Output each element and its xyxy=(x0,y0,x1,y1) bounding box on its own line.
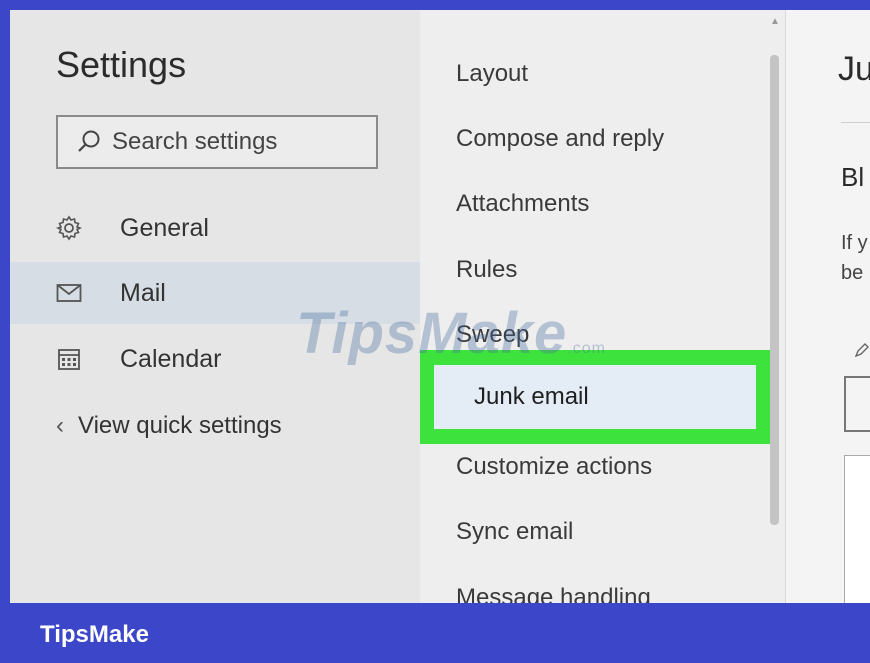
calendar-icon xyxy=(54,347,84,371)
settings-window: Settings Search settings General Mail Ca… xyxy=(10,10,870,603)
option-layout[interactable]: Layout xyxy=(456,60,528,88)
add-button[interactable] xyxy=(844,376,870,432)
search-icon xyxy=(78,130,100,152)
search-input[interactable]: Search settings xyxy=(56,115,378,169)
option-compose-and-reply[interactable]: Compose and reply xyxy=(456,125,664,153)
nav-label-general: General xyxy=(120,213,209,242)
scroll-up-arrow[interactable]: ▲ xyxy=(770,16,780,27)
option-sync-email[interactable]: Sync email xyxy=(456,518,573,546)
option-junk-email-label: Junk email xyxy=(474,383,589,410)
blocked-list-box xyxy=(844,455,870,603)
chevron-left-icon: ‹ xyxy=(56,412,64,439)
option-junk-email[interactable]: Junk email xyxy=(434,365,756,429)
option-customize-actions[interactable]: Customize actions xyxy=(456,453,652,481)
watermark: TipsMake.com xyxy=(296,301,606,366)
nav-label-mail: Mail xyxy=(120,278,166,307)
detail-heading: Bl xyxy=(841,162,865,192)
detail-divider xyxy=(841,122,870,123)
detail-title: Ju xyxy=(838,50,870,88)
view-quick-settings-label: View quick settings xyxy=(78,412,282,439)
gear-icon xyxy=(54,215,84,241)
pen-icon[interactable] xyxy=(854,342,870,363)
view-quick-settings-link[interactable]: ‹ View quick settings xyxy=(56,412,282,440)
detail-text-line-2: be xyxy=(841,262,864,284)
nav-label-calendar: Calendar xyxy=(120,344,222,373)
nav-item-general[interactable]: General xyxy=(10,197,420,259)
junk-email-detail-pane: Ju Bl If y be xyxy=(785,10,870,603)
option-rules[interactable]: Rules xyxy=(456,256,517,284)
scrollbar-thumb[interactable] xyxy=(770,55,779,525)
option-message-handling[interactable]: Message handling xyxy=(456,584,651,603)
footer-brand: TipsMake xyxy=(40,621,149,648)
detail-text-line-1: If y xyxy=(841,232,868,254)
settings-title: Settings xyxy=(56,44,187,85)
mail-icon xyxy=(54,283,84,303)
option-attachments[interactable]: Attachments xyxy=(456,190,589,218)
search-placeholder: Search settings xyxy=(112,128,278,155)
footer-bar: TipsMake xyxy=(0,603,870,663)
